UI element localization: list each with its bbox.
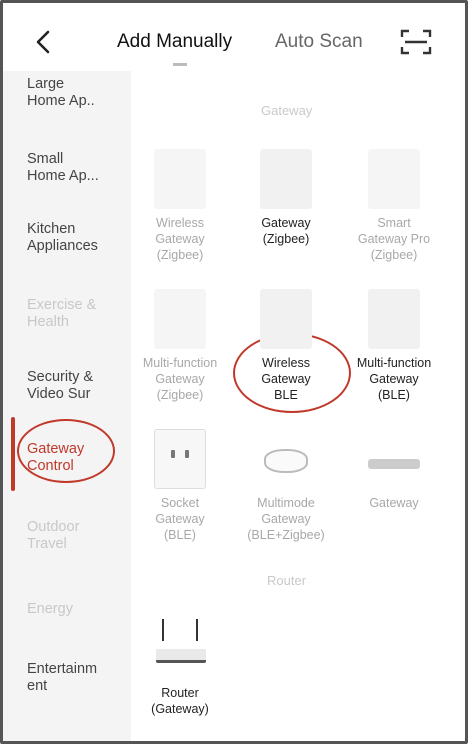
device-image [260,149,312,209]
hub-shape [264,449,308,473]
device-image [368,429,420,489]
device-item[interactable]: Router (Gateway) [127,619,233,717]
chevron-left-icon [36,30,50,54]
device-item[interactable]: Wireless Gateway (Zigbee) [127,149,233,263]
device-image [154,149,206,209]
device-item[interactable]: Smart Gateway Pro (Zigbee) [341,149,447,263]
category-sidebar[interactable]: Large Home Ap.. Small Home Ap... Kitchen A… [3,71,131,741]
section-title-gateway: Gateway [261,103,313,118]
device-item[interactable]: Multi-function Gateway (BLE) [341,289,447,403]
device-name: Socket Gateway (BLE) [155,496,205,542]
app-frame: Add Manually Auto Scan Large Home Ap.. Sm… [0,0,468,744]
device-image [368,149,420,209]
sidebar-item[interactable]: Exercise & Health [27,297,127,331]
tab-add-manually[interactable]: Add Manually [117,31,232,53]
socket-hole [171,450,175,458]
device-image [260,289,312,349]
sidebar-item[interactable]: Energy [27,601,127,618]
device-name: Multi-function Gateway (BLE) [356,356,432,402]
router-body [156,649,206,663]
flat-gateway-shape [368,459,420,469]
tab-auto-scan[interactable]: Auto Scan [275,31,363,53]
device-image [368,289,420,349]
scan-button[interactable] [399,27,433,57]
header: Add Manually Auto Scan [3,3,465,73]
router-antenna [196,619,198,641]
device-name: Multimode Gateway (BLE+Zigbee) [247,496,325,542]
active-category-bar [11,417,15,491]
device-name: Gateway (Zigbee) [261,216,311,246]
device-item[interactable]: Gateway [341,429,447,511]
socket-hole [185,450,189,458]
router-antenna [162,619,164,641]
sidebar-item[interactable]: Outdoor Travel [27,519,127,553]
device-item[interactable]: Multimode Gateway (BLE+Zigbee) [233,429,339,543]
sidebar-item[interactable]: Entertainm ent [27,661,127,695]
device-item[interactable]: Gateway (Zigbee) [233,149,339,247]
scan-frame-icon [400,29,432,55]
device-image [154,289,206,349]
device-item[interactable]: Wireless Gateway BLE [233,289,339,403]
device-image [260,429,312,489]
device-name: Gateway [369,496,419,510]
device-item[interactable]: Multi-function Gateway (Zigbee) [127,289,233,403]
sidebar-item[interactable]: Gateway Control [27,441,127,475]
sidebar-item[interactable]: Large Home Ap.. [27,76,127,110]
device-name: Multi-function Gateway (Zigbee) [142,356,218,402]
sidebar-item[interactable]: Small Home Ap... [27,151,127,185]
device-item[interactable]: Socket Gateway (BLE) [127,429,233,543]
sidebar-item[interactable]: Kitchen Appliances [27,221,127,255]
device-content: Gateway Router Wireless Gateway (Zigbee)… [131,71,465,741]
device-name: Wireless Gateway BLE [261,356,311,402]
device-name: Router (Gateway) [151,686,209,716]
device-name: Smart Gateway Pro (Zigbee) [357,216,431,262]
device-image [154,619,206,679]
device-name: Wireless Gateway (Zigbee) [155,216,205,262]
sidebar-item[interactable]: Security & Video Sur [27,369,127,403]
back-button[interactable] [29,27,59,57]
device-image [154,429,206,489]
section-title-router: Router [267,573,307,588]
scroll-indicator [173,63,187,66]
